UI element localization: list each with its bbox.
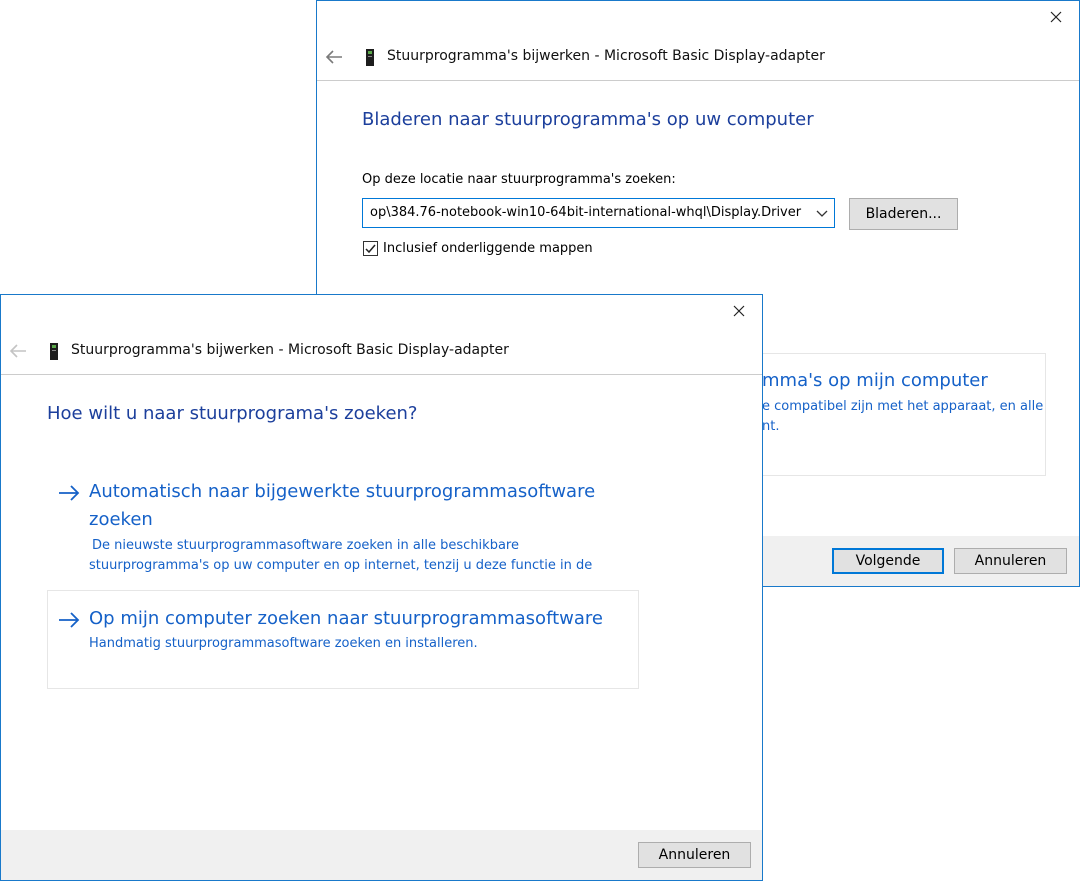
dialog-title: Stuurprogramma's bijwerken - Microsoft B… [71,342,509,358]
page-heading: Bladeren naar stuurprogramma's op uw com… [362,109,814,130]
next-button[interactable]: Volgende [832,548,944,574]
close-button[interactable] [716,295,762,327]
option-desc-line2: stuurprogramma's op uw computer en op in… [89,558,593,573]
option-title-line2: zoeken [89,509,153,530]
option-desc-line1: e compatibel zijn met het apparaat, en a… [762,399,1044,414]
pick-from-list-option[interactable]: mma's op mijn computer e compatibel zijn… [747,353,1046,476]
browse-button[interactable]: Bladeren... [849,198,958,230]
checkmark-icon [365,244,376,254]
close-icon [1050,11,1062,23]
dialog-titlebar: Stuurprogramma's bijwerken - Microsoft B… [1,327,762,375]
search-method-dialog: Stuurprogramma's bijwerken - Microsoft B… [0,294,763,881]
dialog-footer: Annuleren [1,830,762,880]
location-label: Op deze locatie naar stuurprogramma's zo… [362,172,676,187]
driver-path-value: op\384.76-notebook-win10-64bit-internati… [370,205,802,220]
right-arrow-icon [59,612,80,628]
browse-computer-option[interactable]: Op mijn computer zoeken naar stuurprogra… [47,590,639,689]
option-title: mma's op mijn computer [762,370,988,391]
page-heading: Hoe wilt u naar stuurprograma's zoeken? [47,403,418,424]
include-subfolders-label: Inclusief onderliggende mappen [383,241,593,256]
display-adapter-icon [366,49,374,66]
option-title-line1: Automatisch naar bijgewerkte stuurprogra… [89,481,596,502]
close-button[interactable] [1033,1,1079,33]
display-adapter-icon [50,343,58,360]
cancel-button[interactable]: Annuleren [638,842,751,868]
back-arrow-icon[interactable] [324,48,344,66]
option-desc: Handmatig stuurprogrammasoftware zoeken … [89,636,478,651]
dialog-title: Stuurprogramma's bijwerken - Microsoft B… [387,48,825,64]
back-arrow-icon [9,344,26,358]
option-desc-line1: De nieuwste stuurprogrammasoftware zoeke… [92,538,519,553]
driver-path-combobox[interactable]: op\384.76-notebook-win10-64bit-internati… [362,198,835,228]
include-subfolders-checkbox[interactable] [363,241,378,256]
close-icon [733,305,745,317]
dialog-titlebar: Stuurprogramma's bijwerken - Microsoft B… [317,33,1079,81]
cancel-button[interactable]: Annuleren [954,548,1067,574]
option-title: Op mijn computer zoeken naar stuurprogra… [89,608,603,629]
chevron-down-icon[interactable] [816,208,828,218]
option-desc-line2: nt. [762,419,780,434]
auto-search-option[interactable]: Automatisch naar bijgewerkte stuurprogra… [47,465,638,581]
right-arrow-icon [59,485,80,501]
